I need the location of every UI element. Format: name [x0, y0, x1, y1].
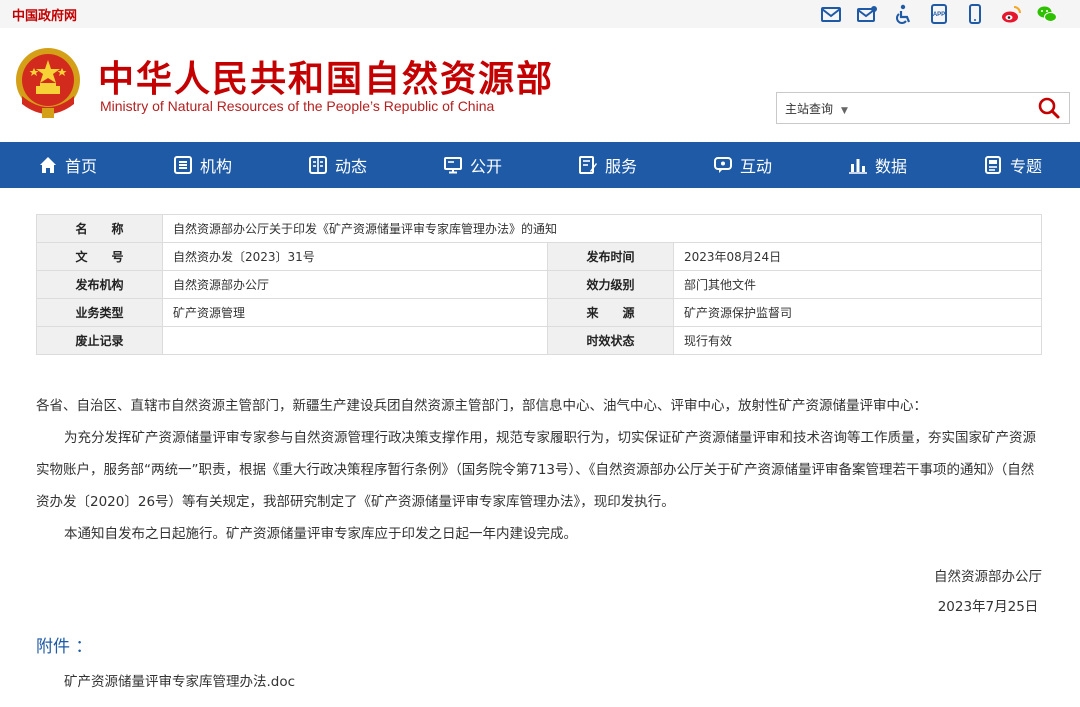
main-nav: 首页 机构 动态 公开 服务 互动 数据 专题: [0, 142, 1080, 188]
weibo-icon[interactable]: [1000, 3, 1022, 25]
wechat-icon[interactable]: [1036, 3, 1058, 25]
nav-label: 互动: [739, 157, 772, 176]
search-icon[interactable]: [1037, 96, 1061, 120]
national-emblem-logo[interactable]: [12, 46, 84, 122]
nav-item-home[interactable]: 首页: [0, 142, 135, 188]
organization-icon: [173, 156, 192, 174]
signature-block: 自然资源部办公厅 2023年7月25日: [934, 562, 1042, 622]
data-chart-icon: [848, 159, 867, 174]
type-label: 业务类型: [36, 298, 163, 327]
nav-item-disclosure[interactable]: 公开: [405, 142, 540, 188]
accessibility-icon[interactable]: [892, 3, 914, 25]
abolish-value: [162, 326, 548, 355]
nav-label: 动态: [334, 157, 367, 176]
type-value: 矿产资源管理: [162, 298, 548, 327]
news-icon: [308, 156, 327, 174]
level-label: 效力级别: [547, 270, 674, 299]
search-input[interactable]: [873, 97, 1023, 119]
nav-label: 专题: [1009, 157, 1042, 176]
body-paragraph: 本通知自发布之日起施行。矿产资源储量评审专家库应于印发之日起一年内建设完成。: [64, 526, 577, 542]
service-icon: [578, 156, 597, 174]
svg-text:APP: APP: [933, 12, 945, 18]
mail-icon[interactable]: [820, 3, 842, 25]
nav-label: 服务: [604, 157, 637, 176]
org-value: 自然资源部办公厅: [162, 270, 548, 299]
table-row: 名 称 自然资源部办公厅关于印发《矿产资源储量评审专家库管理办法》的通知: [36, 214, 1042, 243]
table-row: 业务类型 矿产资源管理 来 源 矿产资源保护监督司: [36, 298, 1042, 327]
status-value: 现行有效: [673, 326, 1042, 355]
nav-item-data[interactable]: 数据: [810, 142, 945, 188]
home-icon: [39, 157, 56, 173]
source-label: 来 源: [547, 298, 674, 327]
site-title: 中华人民共和国自然资源部: [98, 59, 555, 100]
status-label: 时效状态: [547, 326, 674, 355]
nav-item-interaction[interactable]: 互动: [675, 142, 810, 188]
app-icon[interactable]: APP: [928, 3, 950, 25]
table-row: 文 号 自然资办发〔2023〕31号 发布时间 2023年08月24日: [36, 242, 1042, 271]
top-bar: 中国政府网 APP: [0, 0, 1080, 28]
mobile-icon[interactable]: [964, 3, 986, 25]
subscribe-mail-icon[interactable]: [856, 3, 878, 25]
gov-portal-link[interactable]: 中国政府网: [12, 5, 77, 24]
caret-down-icon: ▼: [841, 106, 848, 116]
docno-label: 文 号: [36, 242, 163, 271]
site-search-box: 主站查询 ▼: [776, 92, 1070, 124]
search-scope-label: 主站查询: [785, 102, 834, 116]
source-value: 矿产资源保护监督司: [673, 298, 1042, 327]
org-label: 发布机构: [36, 270, 163, 299]
nav-item-topic[interactable]: 专题: [945, 142, 1080, 188]
search-scope-select[interactable]: 主站查询 ▼: [785, 100, 848, 117]
nav-item-news[interactable]: 动态: [270, 142, 405, 188]
sign-date: 2023年7月25日: [937, 599, 1039, 615]
salutation: 各省、自治区、直辖市自然资源主管部门，新疆生产建设兵团自然资源主管部门，部信息中…: [36, 398, 927, 414]
attachment-link[interactable]: 矿产资源储量评审专家库管理办法.doc: [64, 670, 295, 690]
level-value: 部门其他文件: [673, 270, 1042, 299]
document-info-table: 名 称 自然资源部办公厅关于印发《矿产资源储量评审专家库管理办法》的通知 文 号…: [36, 214, 1042, 355]
nav-label: 首页: [64, 157, 97, 176]
nav-label: 公开: [469, 157, 502, 176]
nav-item-service[interactable]: 服务: [540, 142, 675, 188]
topic-icon: [984, 156, 1001, 174]
disclosure-icon: [443, 157, 462, 174]
name-value: 自然资源部办公厅关于印发《矿产资源储量评审专家库管理办法》的通知: [162, 214, 1042, 243]
docno-value: 自然资办发〔2023〕31号: [162, 242, 548, 271]
site-header: 中华人民共和国自然资源部 Ministry of Natural Resourc…: [0, 28, 1080, 142]
pubtime-label: 发布时间: [547, 242, 674, 271]
nav-label: 数据: [874, 157, 907, 176]
body-paragraph: 为充分发挥矿产资源储量评审专家参与自然资源管理行政决策支撑作用，规范专家履职行为…: [36, 430, 1036, 510]
site-subtitle: Ministry of Natural Resources of the Peo…: [100, 98, 495, 114]
table-row: 发布机构 自然资源部办公厅 效力级别 部门其他文件: [36, 270, 1042, 299]
abolish-label: 废止记录: [36, 326, 163, 355]
pubtime-value: 2023年08月24日: [673, 242, 1042, 271]
attachments-heading: 附件 ：: [36, 637, 93, 657]
notice-body: 各省、自治区、直辖市自然资源主管部门，新疆生产建设兵团自然资源主管部门，部信息中…: [36, 390, 1042, 550]
nav-label: 机构: [199, 157, 232, 176]
nav-item-organization[interactable]: 机构: [135, 142, 270, 188]
name-label: 名 称: [36, 214, 163, 243]
topbar-icons: APP: [820, 3, 1058, 25]
table-row: 废止记录 时效状态 现行有效: [36, 326, 1042, 355]
interaction-icon: [713, 157, 732, 173]
signer: 自然资源部办公厅: [934, 569, 1042, 585]
